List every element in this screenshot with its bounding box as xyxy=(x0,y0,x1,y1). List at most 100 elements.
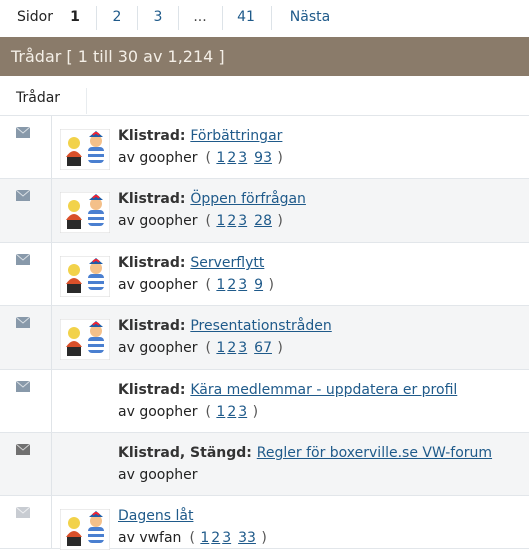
thread-title-link[interactable]: Öppen förfrågan xyxy=(190,191,306,207)
thread-title-line: Klistrad, Stängd: Regler för boxerville.… xyxy=(118,445,492,461)
thread-page-link[interactable]: 1 xyxy=(200,530,209,546)
thread-page-links: ( 1 2 3 93 ) xyxy=(205,150,283,166)
thread-title-link[interactable]: Serverflytt xyxy=(190,255,264,271)
thread-title-link[interactable]: Presentationstråden xyxy=(190,318,331,334)
thread-page-link[interactable]: 1 xyxy=(216,277,225,293)
prefix-colon: : xyxy=(179,382,191,398)
prefix-colon: : xyxy=(246,445,257,461)
avatar xyxy=(59,255,111,298)
thread-page-link[interactable]: 1 xyxy=(216,150,225,166)
thread-page-link[interactable]: 1 xyxy=(216,340,225,356)
next-page-link[interactable]: Nästa xyxy=(280,6,340,30)
thread-status-cell xyxy=(0,243,52,305)
thread-page-link[interactable]: 2 xyxy=(227,404,236,420)
page-link-3[interactable]: 3 xyxy=(145,6,171,30)
thread-author: av goopher xyxy=(118,467,198,483)
thread-row: Klistrad, Stängd: Regler för boxerville.… xyxy=(0,433,529,496)
thread-author: av goopher xyxy=(118,277,198,293)
thread-page-link[interactable]: 2 xyxy=(211,530,220,546)
thread-title-line: Klistrad: Förbättringar xyxy=(118,128,282,144)
thread-page-link[interactable]: 2 xyxy=(227,340,236,356)
avatar xyxy=(59,508,111,551)
thread-page-links: ( 1 2 3 28 ) xyxy=(205,213,283,229)
thread-author: av goopher xyxy=(118,150,198,166)
column-header: Trådar xyxy=(0,86,529,116)
thread-page-link[interactable]: 3 xyxy=(238,340,247,356)
page-link-last[interactable]: 41 xyxy=(230,6,262,30)
thread-row: Klistrad: Presentationstråden av goopher(… xyxy=(0,306,529,370)
prefix-colon: : xyxy=(179,255,191,271)
thread-meta: av vwfan( 1 2 3 33 ) xyxy=(118,530,267,546)
thread-status-icon xyxy=(16,190,30,201)
thread-title-link[interactable]: Kära medlemmar - uppdatera er profil xyxy=(190,382,457,398)
prefix-colon: : xyxy=(179,318,191,334)
thread-page-link[interactable]: 2 xyxy=(227,150,236,166)
thread-title-link[interactable]: Förbättringar xyxy=(190,128,282,144)
thread-status-icon xyxy=(16,127,30,138)
thread-title-line: Dagens låt xyxy=(118,508,193,524)
thread-author: av goopher xyxy=(118,404,198,420)
page-link-2[interactable]: 2 xyxy=(104,6,130,30)
separator xyxy=(178,6,179,30)
thread-meta: av goopher( 1 2 3 67 ) xyxy=(118,340,283,356)
thread-page-link[interactable]: 3 xyxy=(222,530,231,546)
thread-last-page-link[interactable]: 93 xyxy=(254,150,272,166)
pagination-ellipsis: ... xyxy=(193,9,207,25)
thread-prefix: Klistrad xyxy=(118,255,180,271)
thread-author: av goopher xyxy=(118,213,198,229)
thread-prefix: Klistrad xyxy=(118,191,180,207)
thread-row: Dagens låt av vwfan( 1 2 3 33 ) xyxy=(0,496,529,551)
thread-status-cell xyxy=(0,496,52,548)
thread-meta: av goopher( 1 2 3 93 ) xyxy=(118,150,283,166)
thread-status-cell xyxy=(0,179,52,242)
thread-status-cell xyxy=(0,370,52,432)
thread-title-line: Klistrad: Serverflytt xyxy=(118,255,264,271)
thread-page-links: ( 123 ) xyxy=(205,404,259,420)
current-page: 1 xyxy=(70,9,80,25)
thread-author: av vwfan xyxy=(118,530,182,546)
thread-page-link[interactable]: 2 xyxy=(227,213,236,229)
thread-prefix: Klistrad, Stängd xyxy=(118,445,247,461)
column-header-threads[interactable]: Trådar xyxy=(16,90,60,106)
thread-page-link[interactable]: 3 xyxy=(238,404,247,420)
thread-meta: av goopher ( 123 ) xyxy=(118,404,258,420)
thread-title-line: Klistrad: Kära medlemmar - uppdatera er … xyxy=(118,382,457,398)
thread-meta: av goopher( 1 2 3 28 ) xyxy=(118,213,283,229)
thread-row: Klistrad: Serverflytt av goopher ( 1239 ) xyxy=(0,243,529,306)
thread-page-link[interactable]: 3 xyxy=(238,150,247,166)
thread-row: Klistrad: Kära medlemmar - uppdatera er … xyxy=(0,370,529,433)
separator xyxy=(222,6,223,30)
thread-title-line: Klistrad: Öppen förfrågan xyxy=(118,191,306,207)
thread-page-link[interactable]: 1 xyxy=(216,404,225,420)
thread-page-link[interactable]: 3 xyxy=(238,213,247,229)
thread-author: av goopher xyxy=(118,340,198,356)
thread-title-link[interactable]: Regler för boxerville.se VW-forum xyxy=(257,445,492,461)
thread-last-page-link[interactable]: 9 xyxy=(254,277,263,293)
avatar xyxy=(59,128,111,171)
separator xyxy=(271,6,272,30)
thread-row: Klistrad: Öppen förfrågan av goopher( 123… xyxy=(0,179,529,243)
thread-page-link[interactable]: 1 xyxy=(216,213,225,229)
thread-last-page-link[interactable]: 33 xyxy=(238,530,256,546)
thread-last-page-link[interactable]: 28 xyxy=(254,213,272,229)
thread-page-link[interactable]: 2 xyxy=(227,277,236,293)
thread-page-links: ( 1 2 3 67 ) xyxy=(205,340,283,356)
avatar xyxy=(59,318,111,361)
separator xyxy=(96,6,97,30)
thread-status-cell xyxy=(0,433,52,495)
separator xyxy=(137,6,138,30)
locked-thread-icon xyxy=(16,444,30,455)
thread-title-link[interactable]: Dagens låt xyxy=(118,508,193,524)
thread-status-icon xyxy=(16,507,30,518)
avatar xyxy=(59,191,111,234)
thread-page-link[interactable]: 3 xyxy=(238,277,247,293)
thread-status-icon xyxy=(16,254,30,265)
thread-page-links: ( 1 2 3 33 ) xyxy=(189,530,267,546)
pagination-label: Sidor xyxy=(17,9,53,25)
thread-status-cell xyxy=(0,306,52,369)
thread-prefix: Klistrad xyxy=(118,382,180,398)
thread-prefix: Klistrad xyxy=(118,128,180,144)
thread-title-line: Klistrad: Presentationstråden xyxy=(118,318,332,334)
thread-meta: av goopher xyxy=(118,467,197,483)
thread-last-page-link[interactable]: 67 xyxy=(254,340,272,356)
